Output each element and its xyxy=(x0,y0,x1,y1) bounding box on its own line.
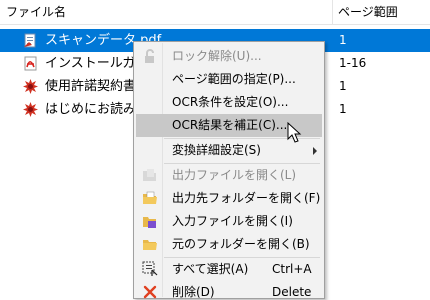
list-header: ファイル名 ページ範囲 xyxy=(0,0,430,25)
column-header-filename[interactable]: ファイル名 xyxy=(0,0,333,25)
menu-item-open-source-folder[interactable]: 元のフォルダーを開く(B) xyxy=(136,233,322,256)
input-file-icon xyxy=(143,217,156,228)
pdf-scan-icon xyxy=(24,33,36,48)
file-name: 使用許諾契約書.j xyxy=(45,79,144,94)
menu-item-open-input-file[interactable]: 入力ファイルを開く(I) xyxy=(136,210,322,233)
column-header-pages[interactable]: ページ範囲 xyxy=(333,0,430,25)
menu-item-ocr-settings[interactable]: OCR条件を設定(O)... xyxy=(136,91,322,114)
file-pages: 1 xyxy=(339,79,347,93)
menu-item-select-all[interactable]: すべて選択(A) Ctrl+A xyxy=(136,258,322,281)
folder-icon xyxy=(143,191,157,204)
unlock-icon xyxy=(145,49,154,63)
menu-item-unlock[interactable]: ロック解除(U)... xyxy=(136,45,322,68)
file-pages: 1 xyxy=(339,33,347,47)
file-pages: 1-16 xyxy=(339,56,367,70)
menu-item-delete[interactable]: 削除(D) Delete xyxy=(136,281,322,300)
menu-item-open-output-folder[interactable]: 出力先フォルダーを開く(F) xyxy=(136,187,322,210)
submenu-arrow-icon xyxy=(313,147,317,155)
pdf-icon xyxy=(24,56,37,71)
delete-icon xyxy=(143,285,157,299)
image-file-icon xyxy=(23,79,38,94)
open-file-icon xyxy=(143,169,156,181)
mouse-cursor-icon xyxy=(287,122,302,143)
menu-item-page-range[interactable]: ページ範囲の指定(P)... xyxy=(136,68,322,91)
menu-item-open-output-file[interactable]: 出力ファイルを開く(L) xyxy=(136,164,322,187)
folder-icon xyxy=(143,240,157,250)
select-all-icon xyxy=(142,261,158,276)
image-file-icon xyxy=(23,102,38,117)
context-menu: ロック解除(U)... ページ範囲の指定(P)... OCR条件を設定(O)..… xyxy=(133,41,325,299)
file-pages: 1 xyxy=(339,102,347,116)
